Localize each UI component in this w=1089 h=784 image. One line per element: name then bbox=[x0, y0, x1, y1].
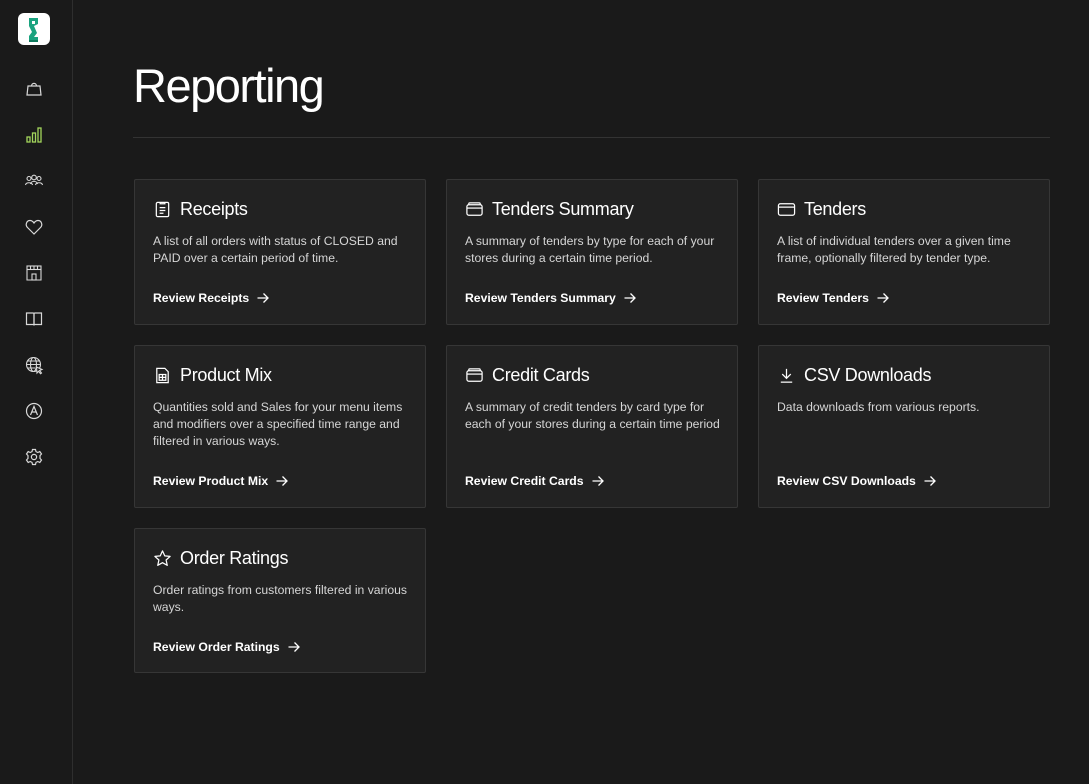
receipt-icon bbox=[153, 200, 172, 219]
card-title: Receipts bbox=[180, 199, 248, 219]
card-header: Tenders Summary bbox=[465, 199, 634, 220]
link-label: Review Receipts bbox=[153, 291, 250, 305]
report-card-order-ratings: Order Ratings Order ratings from custome… bbox=[134, 528, 426, 673]
card-title: Credit Cards bbox=[492, 365, 590, 385]
main-content: Reporting Receipts A list of all orders … bbox=[74, 0, 1089, 784]
globe-icon bbox=[25, 356, 44, 375]
card-description: A summary of tenders by type for each of… bbox=[465, 234, 715, 265]
gear-icon bbox=[25, 448, 43, 466]
card-header: CSV Downloads bbox=[777, 365, 931, 386]
card-title: Product Mix bbox=[180, 365, 272, 385]
card-description: Quantities sold and Sales for your menu … bbox=[153, 400, 403, 448]
report-card-csv-downloads: CSV Downloads Data downloads from variou… bbox=[758, 345, 1050, 508]
app-window: Reporting Receipts A list of all orders … bbox=[0, 0, 1089, 784]
arrow-right-icon bbox=[288, 642, 300, 652]
book-icon bbox=[25, 312, 43, 326]
card-title: Tenders bbox=[804, 199, 866, 219]
report-card-product-mix: Product Mix Quantities sold and Sales fo… bbox=[134, 345, 426, 508]
review-csv-downloads-link[interactable]: Review CSV Downloads bbox=[777, 474, 937, 488]
page-title: Reporting bbox=[133, 59, 325, 112]
brand-logo[interactable] bbox=[18, 13, 50, 45]
card-description: A summary of credit tenders by card type… bbox=[465, 400, 720, 431]
sidebar-item-orders[interactable] bbox=[21, 76, 47, 102]
report-card-tenders: Tenders A list of individual tenders ove… bbox=[758, 179, 1050, 325]
link-label: Review Tenders Summary bbox=[465, 291, 616, 305]
download-icon bbox=[777, 366, 796, 385]
review-product-mix-link[interactable]: Review Product Mix bbox=[153, 474, 289, 488]
card-header: Credit Cards bbox=[465, 365, 590, 386]
card-header: Product Mix bbox=[153, 365, 272, 386]
card-header: Tenders bbox=[777, 199, 866, 220]
card-description: Data downloads from various reports. bbox=[777, 400, 980, 414]
heart-icon bbox=[25, 219, 43, 235]
sidebar bbox=[0, 0, 73, 784]
arrow-right-icon bbox=[877, 293, 889, 303]
arrow-right-icon bbox=[257, 293, 270, 303]
review-order-ratings-link[interactable]: Review Order Ratings bbox=[153, 640, 301, 654]
card-title: Order Ratings bbox=[180, 548, 289, 568]
card-description: A list of all orders with status of CLOS… bbox=[153, 234, 398, 265]
bar-chart-icon bbox=[26, 127, 42, 143]
sidebar-item-apps[interactable] bbox=[21, 398, 47, 424]
arrow-right-icon bbox=[276, 476, 289, 486]
app-icon bbox=[25, 402, 43, 420]
shopping-bag-icon bbox=[26, 82, 42, 96]
card-description: A list of individual tenders over a give… bbox=[777, 234, 1011, 265]
brand-logo-icon bbox=[29, 18, 38, 42]
wallet-icon bbox=[465, 200, 484, 219]
report-card-tenders-summary: Tenders Summary A summary of tenders by … bbox=[446, 179, 738, 325]
storefront-icon bbox=[26, 265, 42, 281]
card-header: Receipts bbox=[153, 199, 248, 220]
sidebar-item-customers[interactable] bbox=[21, 168, 47, 194]
review-receipts-link[interactable]: Review Receipts bbox=[153, 291, 270, 305]
sidebar-item-reporting[interactable] bbox=[21, 122, 47, 148]
report-card-credit-cards: Credit Cards A summary of credit tenders… bbox=[446, 345, 738, 508]
report-card-receipts: Receipts A list of all orders with statu… bbox=[134, 179, 426, 325]
card-description: Order ratings from customers filtered in… bbox=[153, 583, 407, 614]
sidebar-item-menu[interactable] bbox=[21, 306, 47, 332]
people-icon bbox=[24, 174, 44, 186]
link-label: Review Tenders bbox=[777, 291, 869, 305]
link-label: Review Order Ratings bbox=[153, 640, 280, 654]
sidebar-item-online[interactable] bbox=[21, 352, 47, 378]
title-divider bbox=[133, 137, 1050, 138]
card-title: Tenders Summary bbox=[492, 199, 634, 219]
arrow-right-icon bbox=[592, 476, 604, 486]
arrow-right-icon bbox=[924, 476, 936, 486]
card-header: Order Ratings bbox=[153, 548, 288, 569]
spreadsheet-icon bbox=[153, 366, 172, 385]
card-title: CSV Downloads bbox=[804, 365, 932, 385]
review-tenders-summary-link[interactable]: Review Tenders Summary bbox=[465, 291, 637, 305]
link-label: Review Product Mix bbox=[153, 474, 269, 488]
sidebar-item-loyalty[interactable] bbox=[21, 214, 47, 240]
arrow-right-icon bbox=[624, 293, 636, 303]
card-icon bbox=[777, 200, 796, 219]
link-label: Review Credit Cards bbox=[465, 474, 584, 488]
sidebar-item-settings[interactable] bbox=[21, 444, 47, 470]
link-label: Review CSV Downloads bbox=[777, 474, 916, 488]
review-credit-cards-link[interactable]: Review Credit Cards bbox=[465, 474, 605, 488]
review-tenders-link[interactable]: Review Tenders bbox=[777, 291, 890, 305]
sidebar-item-stores[interactable] bbox=[21, 260, 47, 286]
wallet-icon bbox=[465, 366, 484, 385]
star-icon bbox=[153, 549, 172, 568]
